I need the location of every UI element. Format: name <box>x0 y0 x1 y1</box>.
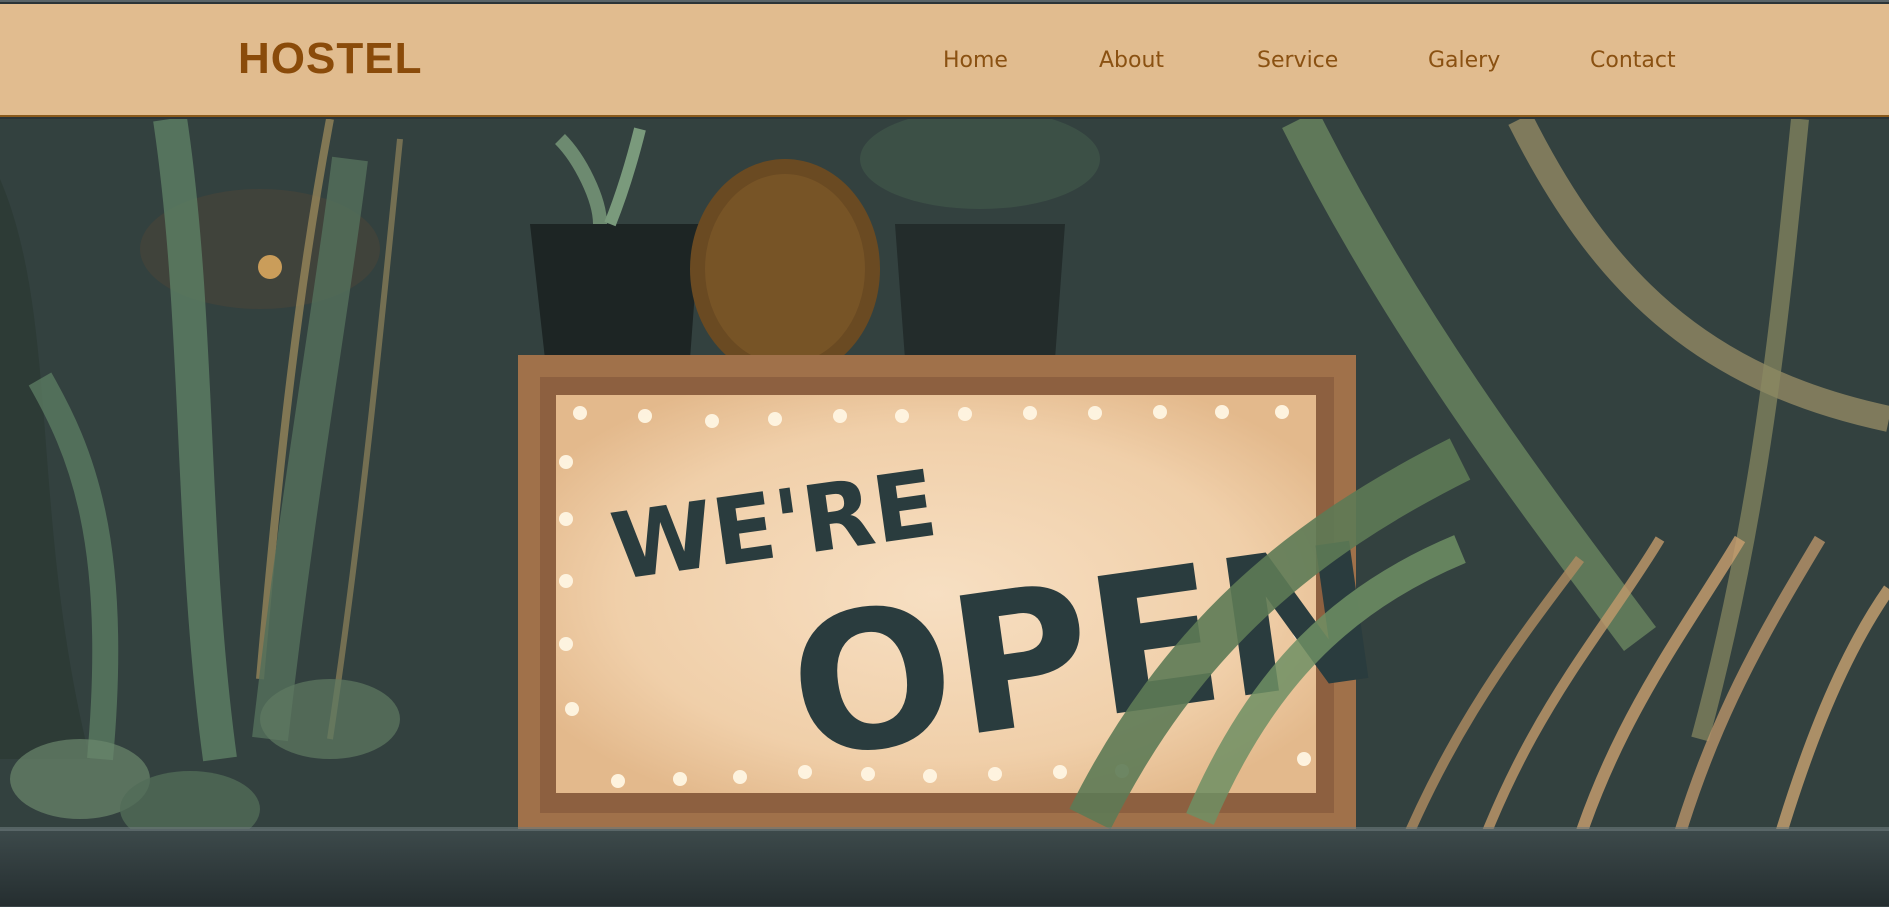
hero-banner: WE'RE OPEN <box>0 119 1889 906</box>
page: HOSTEL Home About Service Galery Contact <box>0 0 1889 907</box>
nav-menu: Home About Service Galery Contact <box>0 48 1889 78</box>
nav-link-home[interactable]: Home <box>943 48 1008 73</box>
nav-link-contact[interactable]: Contact <box>1590 48 1676 73</box>
nav-link-service[interactable]: Service <box>1257 48 1338 73</box>
nav-link-galery[interactable]: Galery <box>1428 48 1500 73</box>
navbar: HOSTEL Home About Service Galery Contact <box>0 4 1889 117</box>
hero-photo: WE'RE OPEN <box>0 119 1889 906</box>
nav-link-about[interactable]: About <box>1099 48 1164 73</box>
